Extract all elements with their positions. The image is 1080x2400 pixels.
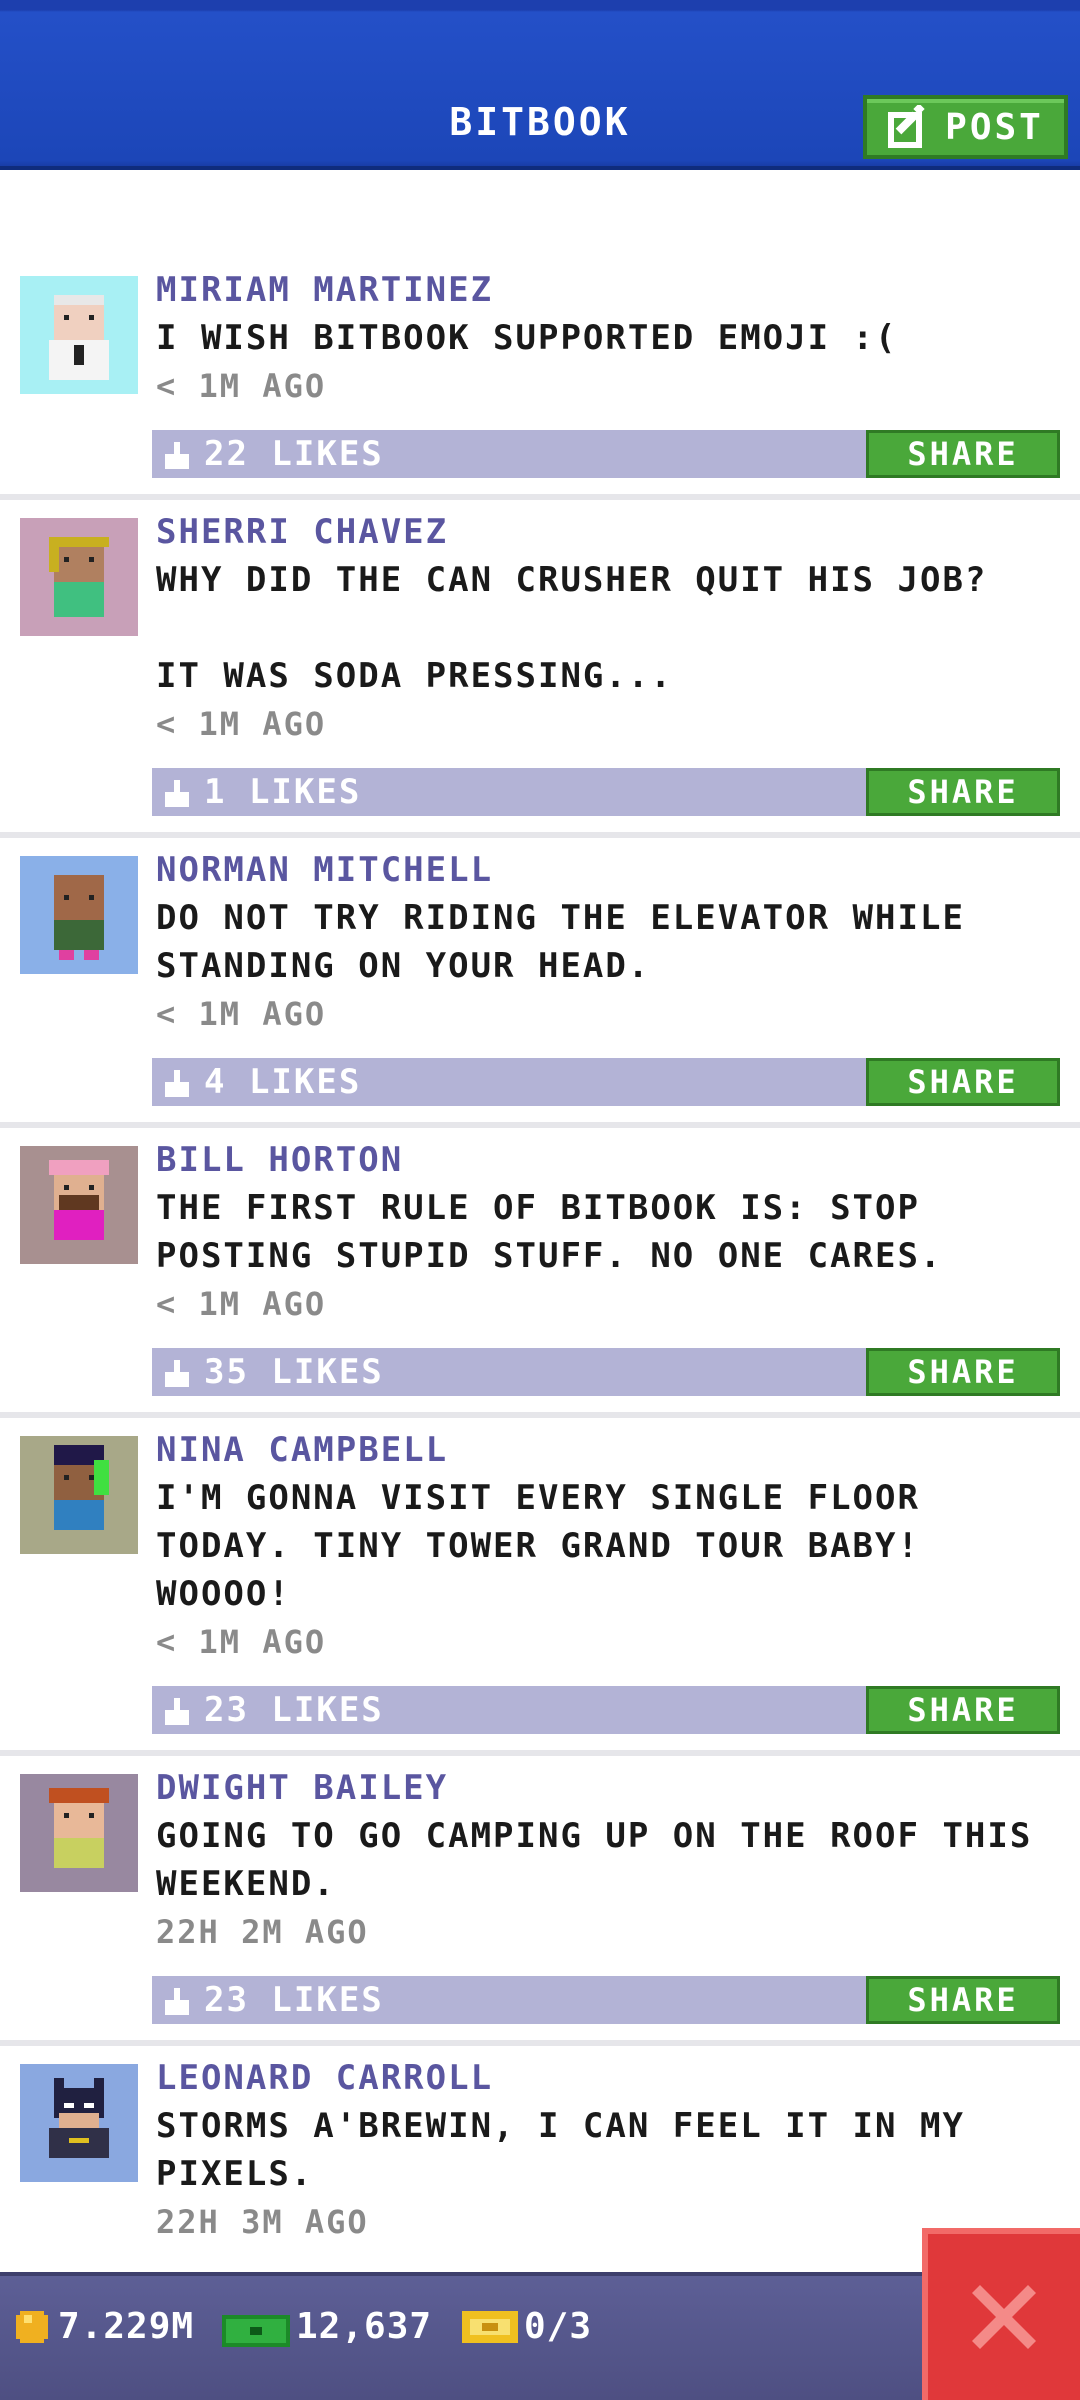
feed-post: BILL HORTON THE FIRST RULE OF BITBOOK IS… <box>0 1128 1080 1418</box>
post-message: I WISH BITBOOK SUPPORTED EMOJI :( <box>156 318 898 358</box>
avatar-leonard-icon <box>49 2078 109 2158</box>
post-button-label: POST <box>945 106 1044 148</box>
bux-stat: 12,637 <box>222 2306 432 2347</box>
post-time: < 1M AGO <box>156 705 327 743</box>
tickets-stat: 0/3 <box>462 2306 592 2347</box>
coin-icon <box>16 2310 48 2343</box>
post-time: < 1M AGO <box>156 1623 327 1661</box>
avatar-miriam-icon <box>49 295 109 380</box>
avatar-dwight-icon <box>49 1788 109 1868</box>
like-count: 22 LIKES <box>204 434 384 474</box>
thumbs-up-icon <box>165 442 189 469</box>
thumbs-up-icon <box>165 1070 189 1097</box>
feed-post: NINA CAMPBELL I'M GONNA VISIT EVERY SING… <box>0 1418 1080 1756</box>
post-message: THE FIRST RULE OF BITBOOK IS: STOP POSTI… <box>156 1188 943 1276</box>
share-button[interactable]: SHARE <box>866 1058 1060 1106</box>
coins-stat: 7.229M <box>12 2306 194 2347</box>
like-bar[interactable]: 35 LIKES SHARE <box>152 1348 1060 1396</box>
post-time: < 1M AGO <box>156 1285 327 1323</box>
post-time: 22H 2M AGO <box>156 1913 369 1951</box>
post-author[interactable]: NORMAN MITCHELL <box>156 846 1060 894</box>
post-message: GOING TO GO CAMPING UP ON THE ROOF THIS … <box>156 1816 1033 1904</box>
post-message: WHY DID THE CAN CRUSHER QUIT HIS JOB? IT… <box>156 560 988 696</box>
like-count: 1 LIKES <box>204 772 362 812</box>
post-author[interactable]: MIRIAM MARTINEZ <box>156 266 1060 314</box>
thumbs-up-icon <box>165 1988 189 2015</box>
feed-post: SHERRI CHAVEZ WHY DID THE CAN CRUSHER QU… <box>0 500 1080 838</box>
post-author[interactable]: LEONARD CARROLL <box>156 2054 1060 2102</box>
status-bar: 7.229M 12,637 0/3 <box>0 2272 1080 2400</box>
share-button[interactable]: SHARE <box>866 1976 1060 2024</box>
avatar-bill-icon <box>49 1160 109 1240</box>
post-feed[interactable]: MIRIAM MARTINEZ I WISH BITBOOK SUPPORTED… <box>0 174 1080 2269</box>
header-bar: BITBOOK POST <box>0 0 1080 170</box>
feed-post: MIRIAM MARTINEZ I WISH BITBOOK SUPPORTED… <box>0 174 1080 500</box>
post-author[interactable]: SHERRI CHAVEZ <box>156 508 1060 556</box>
thumbs-up-icon <box>165 1360 189 1387</box>
like-bar[interactable]: 4 LIKES SHARE <box>152 1058 1060 1106</box>
tickets-value: 0/3 <box>524 2306 593 2347</box>
bux-icon <box>222 2314 290 2347</box>
share-button[interactable]: SHARE <box>866 1348 1060 1396</box>
post-message: DO NOT TRY RIDING THE ELEVATOR WHILE STA… <box>156 898 965 986</box>
feed-post: DWIGHT BAILEY GOING TO GO CAMPING UP ON … <box>0 1756 1080 2046</box>
close-button[interactable] <box>922 2228 1080 2400</box>
feed-post: NORMAN MITCHELL DO NOT TRY RIDING THE EL… <box>0 838 1080 1128</box>
like-count: 23 LIKES <box>204 1980 384 2020</box>
bitbook-screen: BITBOOK POST MIRIAM MARTINEZ I WISH BITB… <box>0 0 1080 2400</box>
thumbs-up-icon <box>165 780 189 807</box>
avatar-sherri-icon <box>49 537 109 617</box>
share-button[interactable]: SHARE <box>866 1686 1060 1734</box>
post-time: < 1M AGO <box>156 995 327 1033</box>
like-bar[interactable]: 1 LIKES SHARE <box>152 768 1060 816</box>
avatar[interactable] <box>20 518 138 636</box>
like-bar[interactable]: 22 LIKES SHARE <box>152 430 1060 478</box>
avatar[interactable] <box>20 1146 138 1264</box>
like-count: 35 LIKES <box>204 1352 384 1392</box>
post-time: < 1M AGO <box>156 367 327 405</box>
avatar-nina-icon <box>54 1445 109 1530</box>
post-message: STORMS A'BREWIN, I CAN FEEL IT IN MY PIX… <box>156 2106 965 2194</box>
close-icon <box>972 2285 1036 2349</box>
post-button[interactable]: POST <box>863 95 1068 159</box>
share-button[interactable]: SHARE <box>866 430 1060 478</box>
coins-value: 7.229M <box>58 2306 195 2347</box>
post-author[interactable]: DWIGHT BAILEY <box>156 1764 1060 1812</box>
feed-post: LEONARD CARROLL STORMS A'BREWIN, I CAN F… <box>0 2046 1080 2246</box>
like-count: 23 LIKES <box>204 1690 384 1730</box>
bux-value: 12,637 <box>296 2306 433 2347</box>
avatar-norman-icon <box>54 875 104 960</box>
thumbs-up-icon <box>165 1698 189 1725</box>
like-bar[interactable]: 23 LIKES SHARE <box>152 1686 1060 1734</box>
like-bar[interactable]: 23 LIKES SHARE <box>152 1976 1060 2024</box>
post-author[interactable]: BILL HORTON <box>156 1136 1060 1184</box>
compose-icon <box>888 105 925 148</box>
avatar[interactable] <box>20 856 138 974</box>
post-message: I'M GONNA VISIT EVERY SINGLE FLOOR TODAY… <box>156 1478 920 1614</box>
avatar[interactable] <box>20 2064 138 2182</box>
avatar[interactable] <box>20 276 138 394</box>
share-button[interactable]: SHARE <box>866 768 1060 816</box>
ticket-icon <box>462 2310 518 2343</box>
post-author[interactable]: NINA CAMPBELL <box>156 1426 1060 1474</box>
avatar[interactable] <box>20 1436 138 1554</box>
like-count: 4 LIKES <box>204 1062 362 1102</box>
avatar[interactable] <box>20 1774 138 1892</box>
